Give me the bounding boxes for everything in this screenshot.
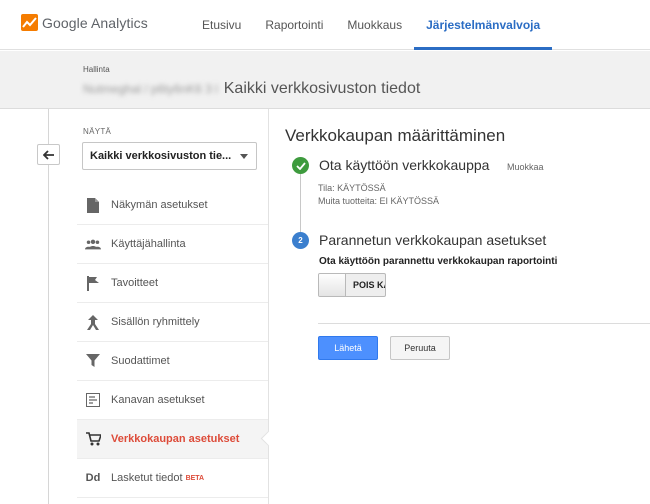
google-analytics-logo[interactable]: Google Analytics [21, 14, 148, 31]
divider [318, 323, 650, 324]
submit-button[interactable]: Lähetä [318, 336, 378, 360]
menu-item-label: Tavoitteet [111, 277, 159, 289]
document-icon [85, 197, 101, 213]
step2-number: 2 [292, 232, 309, 249]
menu-item-label: Sisällön ryhmittely [111, 316, 200, 328]
view-label: NÄYTÄ [83, 127, 112, 136]
enhanced-ecommerce-label: Ota käyttöön parannettu verkkokaupan rap… [319, 256, 558, 267]
menu-item-label: Kanavan asetukset [111, 394, 205, 406]
menu-goals[interactable]: Tavoitteet [77, 264, 268, 303]
enhanced-ecommerce-toggle[interactable]: POIS KÄ [318, 273, 386, 297]
menu-item-label: Käyttäjähallinta [111, 238, 186, 250]
step1-related-products: Muita tuotteita: EI KÄYTÖSSÄ [318, 196, 440, 206]
toggle-state-text: POIS KÄ [353, 280, 385, 290]
channel-settings-icon [85, 392, 101, 408]
logo-text: Google Analytics [42, 14, 148, 31]
filter-icon [85, 353, 101, 369]
nav-reporting[interactable]: Raportointi [253, 0, 335, 50]
check-icon [292, 157, 309, 174]
menu-filters[interactable]: Suodattimet [77, 342, 268, 381]
toggle-knob [319, 274, 346, 296]
menu-user-management[interactable]: Käyttäjähallinta [77, 225, 268, 264]
edit-link[interactable]: Muokkaa [507, 162, 544, 172]
step-connector [300, 174, 301, 232]
admin-menu: Näkymän asetukset Käyttäjähallinta Tavoi… [77, 186, 268, 498]
main-nav: Etusivu Raportointi Muokkaus Järjestelmä… [190, 0, 553, 50]
menu-item-label: Suodattimet [111, 355, 170, 367]
breadcrumb-view: Kaikki verkkosivuston tiedot [223, 80, 421, 97]
menu-ecommerce-settings[interactable]: Verkkokaupan asetukset [77, 420, 268, 459]
step2-title: Parannetun verkkokaupan asetukset [319, 232, 547, 248]
menu-calculated-metrics[interactable]: Dd Lasketut tiedot BETA [77, 459, 268, 498]
grouping-icon [85, 314, 101, 330]
menu-item-label: Lasketut tiedot [111, 472, 183, 484]
menu-channel-settings[interactable]: Kanavan asetukset [77, 381, 268, 420]
beta-badge: BETA [185, 474, 205, 482]
breadcrumb-account[interactable]: Nutmeghal / p6ty6nK6 3 l [83, 82, 218, 96]
menu-view-settings[interactable]: Näkymän asetukset [77, 186, 268, 225]
admin-label: Hallinta [83, 65, 110, 74]
nav-customization[interactable]: Muokkaus [335, 0, 414, 50]
step1-title: Ota käyttöön verkkokauppa [319, 157, 490, 173]
admin-header: Hallinta Nutmeghal / p6ty6nK6 3 l Kaikki… [0, 51, 650, 109]
top-bar: Google Analytics Etusivu Raportointi Muo… [0, 0, 650, 50]
users-icon [85, 236, 101, 252]
breadcrumb: Nutmeghal / p6ty6nK6 3 l Kaikki verkkosi… [83, 80, 420, 98]
cart-icon [85, 431, 101, 447]
back-button[interactable] [37, 144, 60, 165]
step1-status: Tila: KÄYTÖSSÄ [318, 183, 386, 193]
nav-home[interactable]: Etusivu [190, 0, 253, 50]
calculated-icon: Dd [85, 472, 101, 484]
view-select[interactable]: Kaikki verkkosivuston tie... [82, 142, 257, 170]
menu-item-label: Näkymän asetukset [111, 199, 208, 211]
menu-content-grouping[interactable]: Sisällön ryhmittely [77, 303, 268, 342]
nav-admin[interactable]: Järjestelmänvalvoja [414, 0, 553, 50]
view-select-value: Kaikki verkkosivuston tie... [90, 150, 232, 162]
analytics-logo-icon [21, 14, 38, 31]
flag-icon [85, 275, 101, 291]
page-title: Verkkokaupan määrittäminen [285, 126, 506, 145]
rail-line [48, 109, 49, 504]
chevron-down-icon [240, 154, 248, 159]
menu-item-label: Verkkokaupan asetukset [111, 433, 240, 445]
arrow-left-icon [42, 149, 54, 160]
cancel-button[interactable]: Peruuta [390, 336, 450, 360]
